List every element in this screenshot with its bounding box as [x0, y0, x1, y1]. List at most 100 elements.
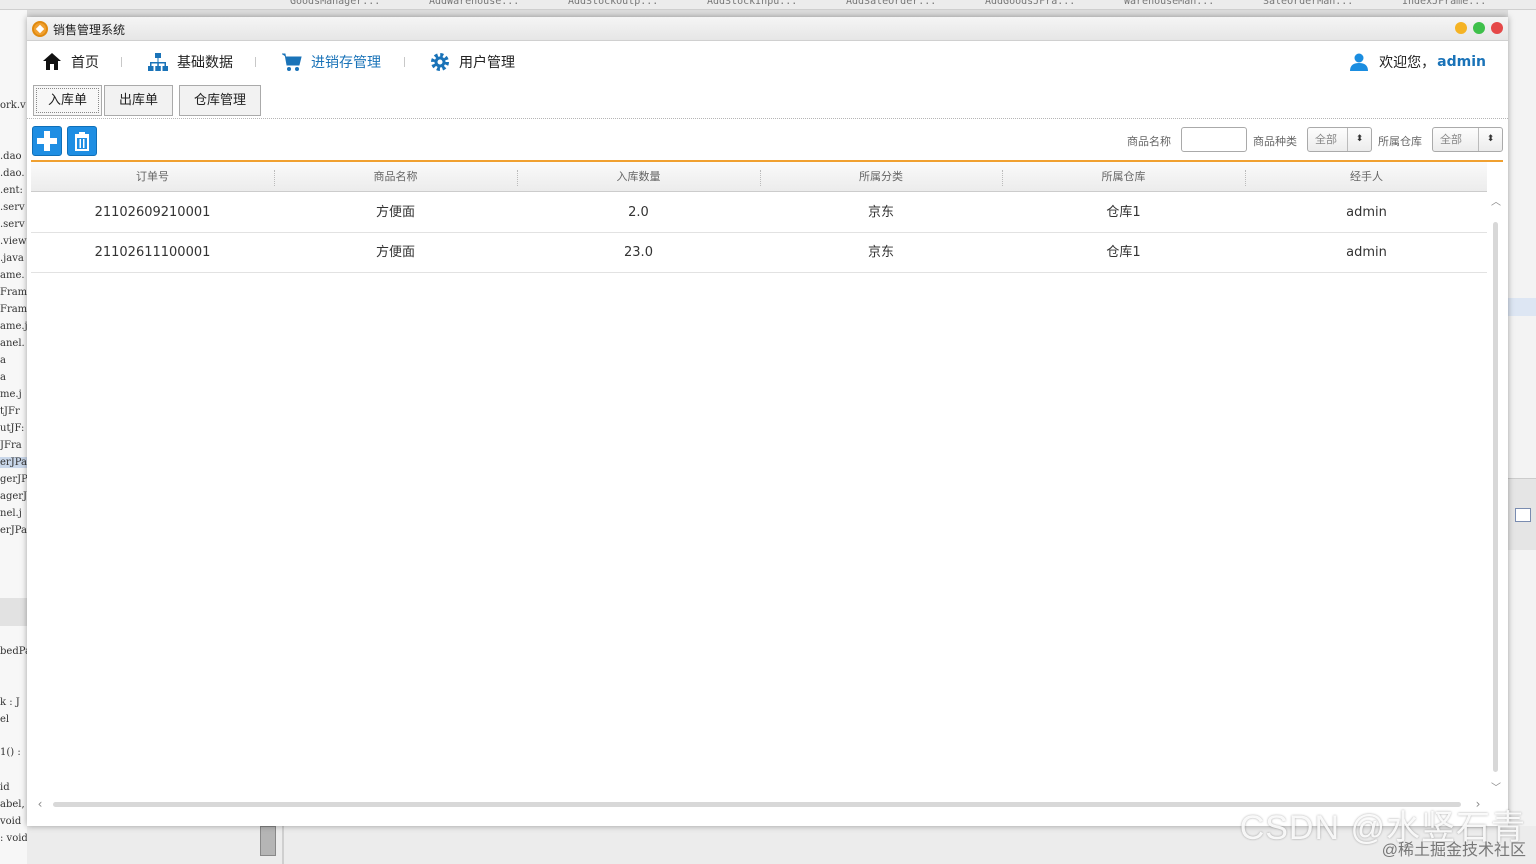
background-code-line: utJF:: [0, 423, 25, 434]
delete-button[interactable]: [67, 126, 97, 156]
background-code-line: .ent:: [0, 185, 23, 196]
tab-warehouse[interactable]: 仓库管理: [179, 85, 262, 116]
background-code-line: id: [0, 782, 10, 793]
background-scroll-thumb: [260, 826, 276, 856]
tab-stock-out[interactable]: 出库单: [104, 85, 174, 116]
main-nav: 首页 基础数据 进销存管理 用户管理 欢迎您， admin: [27, 41, 1508, 81]
cell-category: 京东: [867, 205, 894, 220]
product-name-label: 商品名称: [1127, 135, 1171, 148]
updown-arrow-icon: ⬍: [1478, 128, 1502, 151]
background-editor-tab: WarehouseMan...: [1124, 0, 1215, 7]
user-icon: [1350, 53, 1369, 71]
background-code-line: .view: [0, 236, 27, 247]
column-header-product-name[interactable]: 商品名称: [274, 162, 517, 192]
nav-base-label: 基础数据: [177, 55, 233, 71]
nav-users-label: 用户管理: [459, 55, 515, 71]
app-window: 销售管理系统 首页 基础数据 进销存管理 用户管理 欢迎您， admin 入库单…: [27, 17, 1508, 826]
window-title: 销售管理系统: [53, 23, 126, 37]
chevron-up-icon[interactable]: ︿: [1489, 196, 1503, 210]
background-code-line: agerJ: [0, 491, 27, 502]
nav-divider: [121, 57, 122, 67]
background-code-line: Fram: [0, 304, 27, 315]
nav-item-users[interactable]: 用户管理: [429, 51, 515, 73]
cell-warehouse: 仓库1: [1106, 205, 1141, 220]
username[interactable]: admin: [1437, 54, 1486, 70]
column-header-handler[interactable]: 经手人: [1245, 162, 1488, 192]
background-code-line: a: [0, 355, 6, 366]
cell-handler: admin: [1346, 245, 1387, 260]
warehouse-value: 全部: [1440, 133, 1462, 146]
chevron-left-icon[interactable]: ‹: [33, 796, 47, 812]
vertical-scroll-track[interactable]: [1493, 222, 1498, 772]
background-code-line: tJFr: [0, 406, 20, 417]
updown-arrow-icon: ⬍: [1347, 128, 1371, 151]
welcome-area: 欢迎您， admin: [1349, 51, 1486, 73]
cell-product-name: 方便面: [375, 205, 415, 220]
gear-icon: [431, 53, 449, 71]
stock-in-table: 订单号 商品名称 入库数量 所属分类 所属仓库 经手人 211026092100…: [31, 160, 1503, 820]
background-editor-tab: AddStockInpu...: [707, 0, 798, 7]
plus-icon: [37, 131, 57, 151]
background-code-line: gerJP: [0, 474, 27, 485]
sub-tab-bar: 入库单 出库单 仓库管理: [27, 81, 1508, 119]
background-code-line: void: [0, 816, 22, 827]
tab-stock-in[interactable]: 入库单: [33, 85, 103, 116]
background-code-line: ame.: [0, 270, 25, 281]
table-row[interactable]: 21102609210001 方便面 2.0 京东 仓库1 admin: [31, 193, 1487, 233]
background-code-line: JFra: [0, 440, 22, 451]
background-code-line: bedPa: [0, 646, 27, 657]
background-editor-tab: SaleOrderMan...: [1263, 0, 1354, 7]
cart-icon: [282, 53, 302, 71]
app-logo-icon: [32, 21, 48, 37]
nav-item-inventory[interactable]: 进销存管理: [281, 51, 381, 73]
background-code-line: a: [0, 372, 6, 383]
cell-quantity: 2.0: [628, 205, 649, 220]
welcome-text: 欢迎您，: [1379, 55, 1436, 71]
background-code-line: 1() :: [0, 747, 21, 758]
sitemap-icon: [148, 53, 168, 71]
cell-handler: admin: [1346, 205, 1387, 220]
background-editor-tab: IndexJFrame...: [1402, 0, 1487, 7]
chevron-down-icon[interactable]: ﹀: [1489, 782, 1503, 796]
nav-divider: [255, 57, 256, 67]
background-code-line: Frame: [0, 287, 27, 298]
horizontal-scroll-track[interactable]: [53, 802, 1461, 807]
product-name-input[interactable]: [1181, 127, 1247, 152]
category-label: 商品种类: [1253, 135, 1297, 148]
add-button[interactable]: [32, 126, 62, 156]
vertical-scrollbar[interactable]: ︿ ﹀: [1489, 194, 1503, 798]
background-code-pane: ork.v .dao .dao. .ent: .serv .serv .view .java a…: [0, 10, 27, 864]
nav-inventory-label: 进销存管理: [311, 55, 381, 71]
cell-order-no: 21102611100001: [94, 245, 211, 260]
background-code-line: ame.j: [0, 321, 27, 332]
close-button[interactable]: [1491, 22, 1503, 34]
cell-product-name: 方便面: [375, 245, 415, 260]
background-code-line: .serv: [0, 219, 25, 230]
cell-order-no: 21102609210001: [94, 205, 211, 220]
background-code-line: .dao: [0, 151, 22, 162]
background-code-line: el: [0, 714, 10, 725]
background-code-line: .serv: [0, 202, 25, 213]
background-code-line: me.j: [0, 389, 22, 400]
background-code-line: .dao.: [0, 168, 25, 179]
warehouse-select[interactable]: 全部 ⬍: [1432, 127, 1503, 152]
background-editor-tab: AddWarehouse...: [429, 0, 520, 7]
nav-item-base-data[interactable]: 基础数据: [147, 51, 233, 73]
column-header-warehouse[interactable]: 所属仓库: [1002, 162, 1245, 192]
category-select[interactable]: 全部 ⬍: [1307, 127, 1372, 152]
background-highlight: [1508, 298, 1536, 316]
maximize-button[interactable]: [1473, 22, 1485, 34]
column-header-order-no[interactable]: 订单号: [31, 162, 274, 192]
nav-divider: [404, 57, 405, 67]
table-body: 21102609210001 方便面 2.0 京东 仓库1 admin 2110…: [31, 193, 1487, 273]
column-header-category[interactable]: 所属分类: [760, 162, 1002, 192]
cell-category: 京东: [867, 245, 894, 260]
nav-item-home[interactable]: 首页: [41, 51, 99, 73]
cell-quantity: 23.0: [624, 245, 653, 260]
warehouse-label: 所属仓库: [1378, 135, 1422, 148]
background-editor-tabbar: GoodsManager... AddWarehouse... AddStockOu…: [0, 0, 1536, 10]
toolbar: 商品名称 商品种类 全部 ⬍ 所属仓库 全部 ⬍: [27, 119, 1508, 162]
table-row[interactable]: 21102611100001 方便面 23.0 京东 仓库1 admin: [31, 233, 1487, 273]
column-header-quantity[interactable]: 入库数量: [517, 162, 760, 192]
minimize-button[interactable]: [1455, 22, 1467, 34]
